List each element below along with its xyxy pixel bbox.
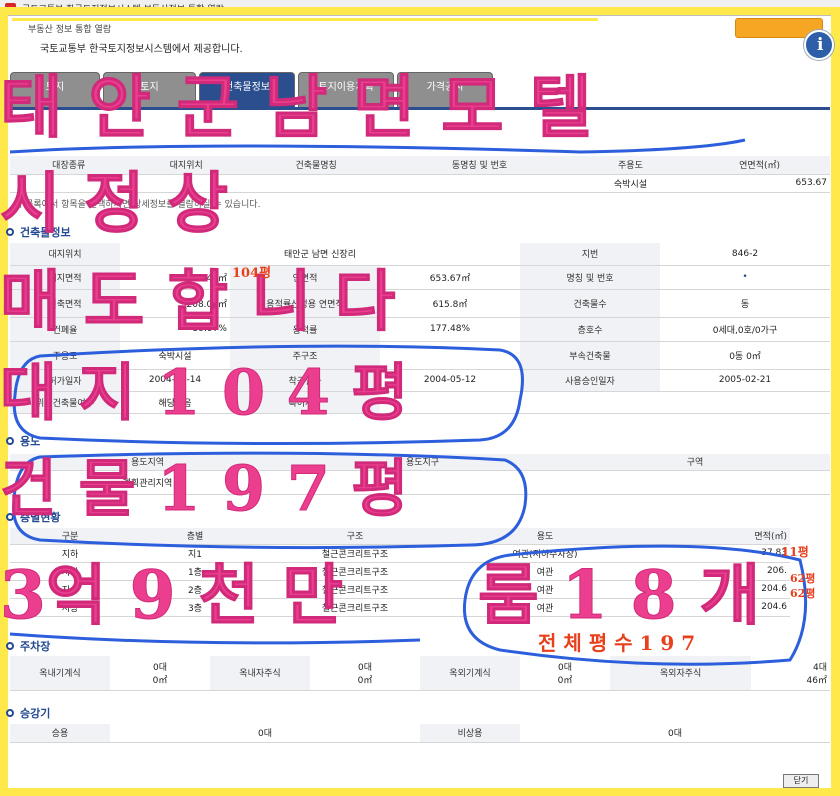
red-note-62b: 62평: [790, 587, 816, 600]
red-note-land: 104평: [232, 266, 272, 281]
overlay-line-4: 대 지 1 0 4 평: [0, 356, 409, 429]
overlay-line-7: 룸 1 8 개: [477, 556, 761, 634]
red-note-total: 전 체 평 수 1 9 7: [538, 631, 696, 655]
overlay-line-3: 매 도 합 니 다: [0, 262, 396, 340]
overlay-line-2: 시 정 상: [0, 164, 229, 242]
overlay-line-1: 태 안 군 남 면 모 텔: [0, 68, 593, 148]
overlay-line-5: 건 물 1 9 7 평: [0, 452, 409, 525]
red-note-11: 11평: [781, 545, 809, 559]
blue-underline-price: [9, 632, 421, 645]
red-note-62a: 62평: [790, 572, 816, 585]
overlay-line-6: 3억 9 천 만: [0, 556, 343, 634]
